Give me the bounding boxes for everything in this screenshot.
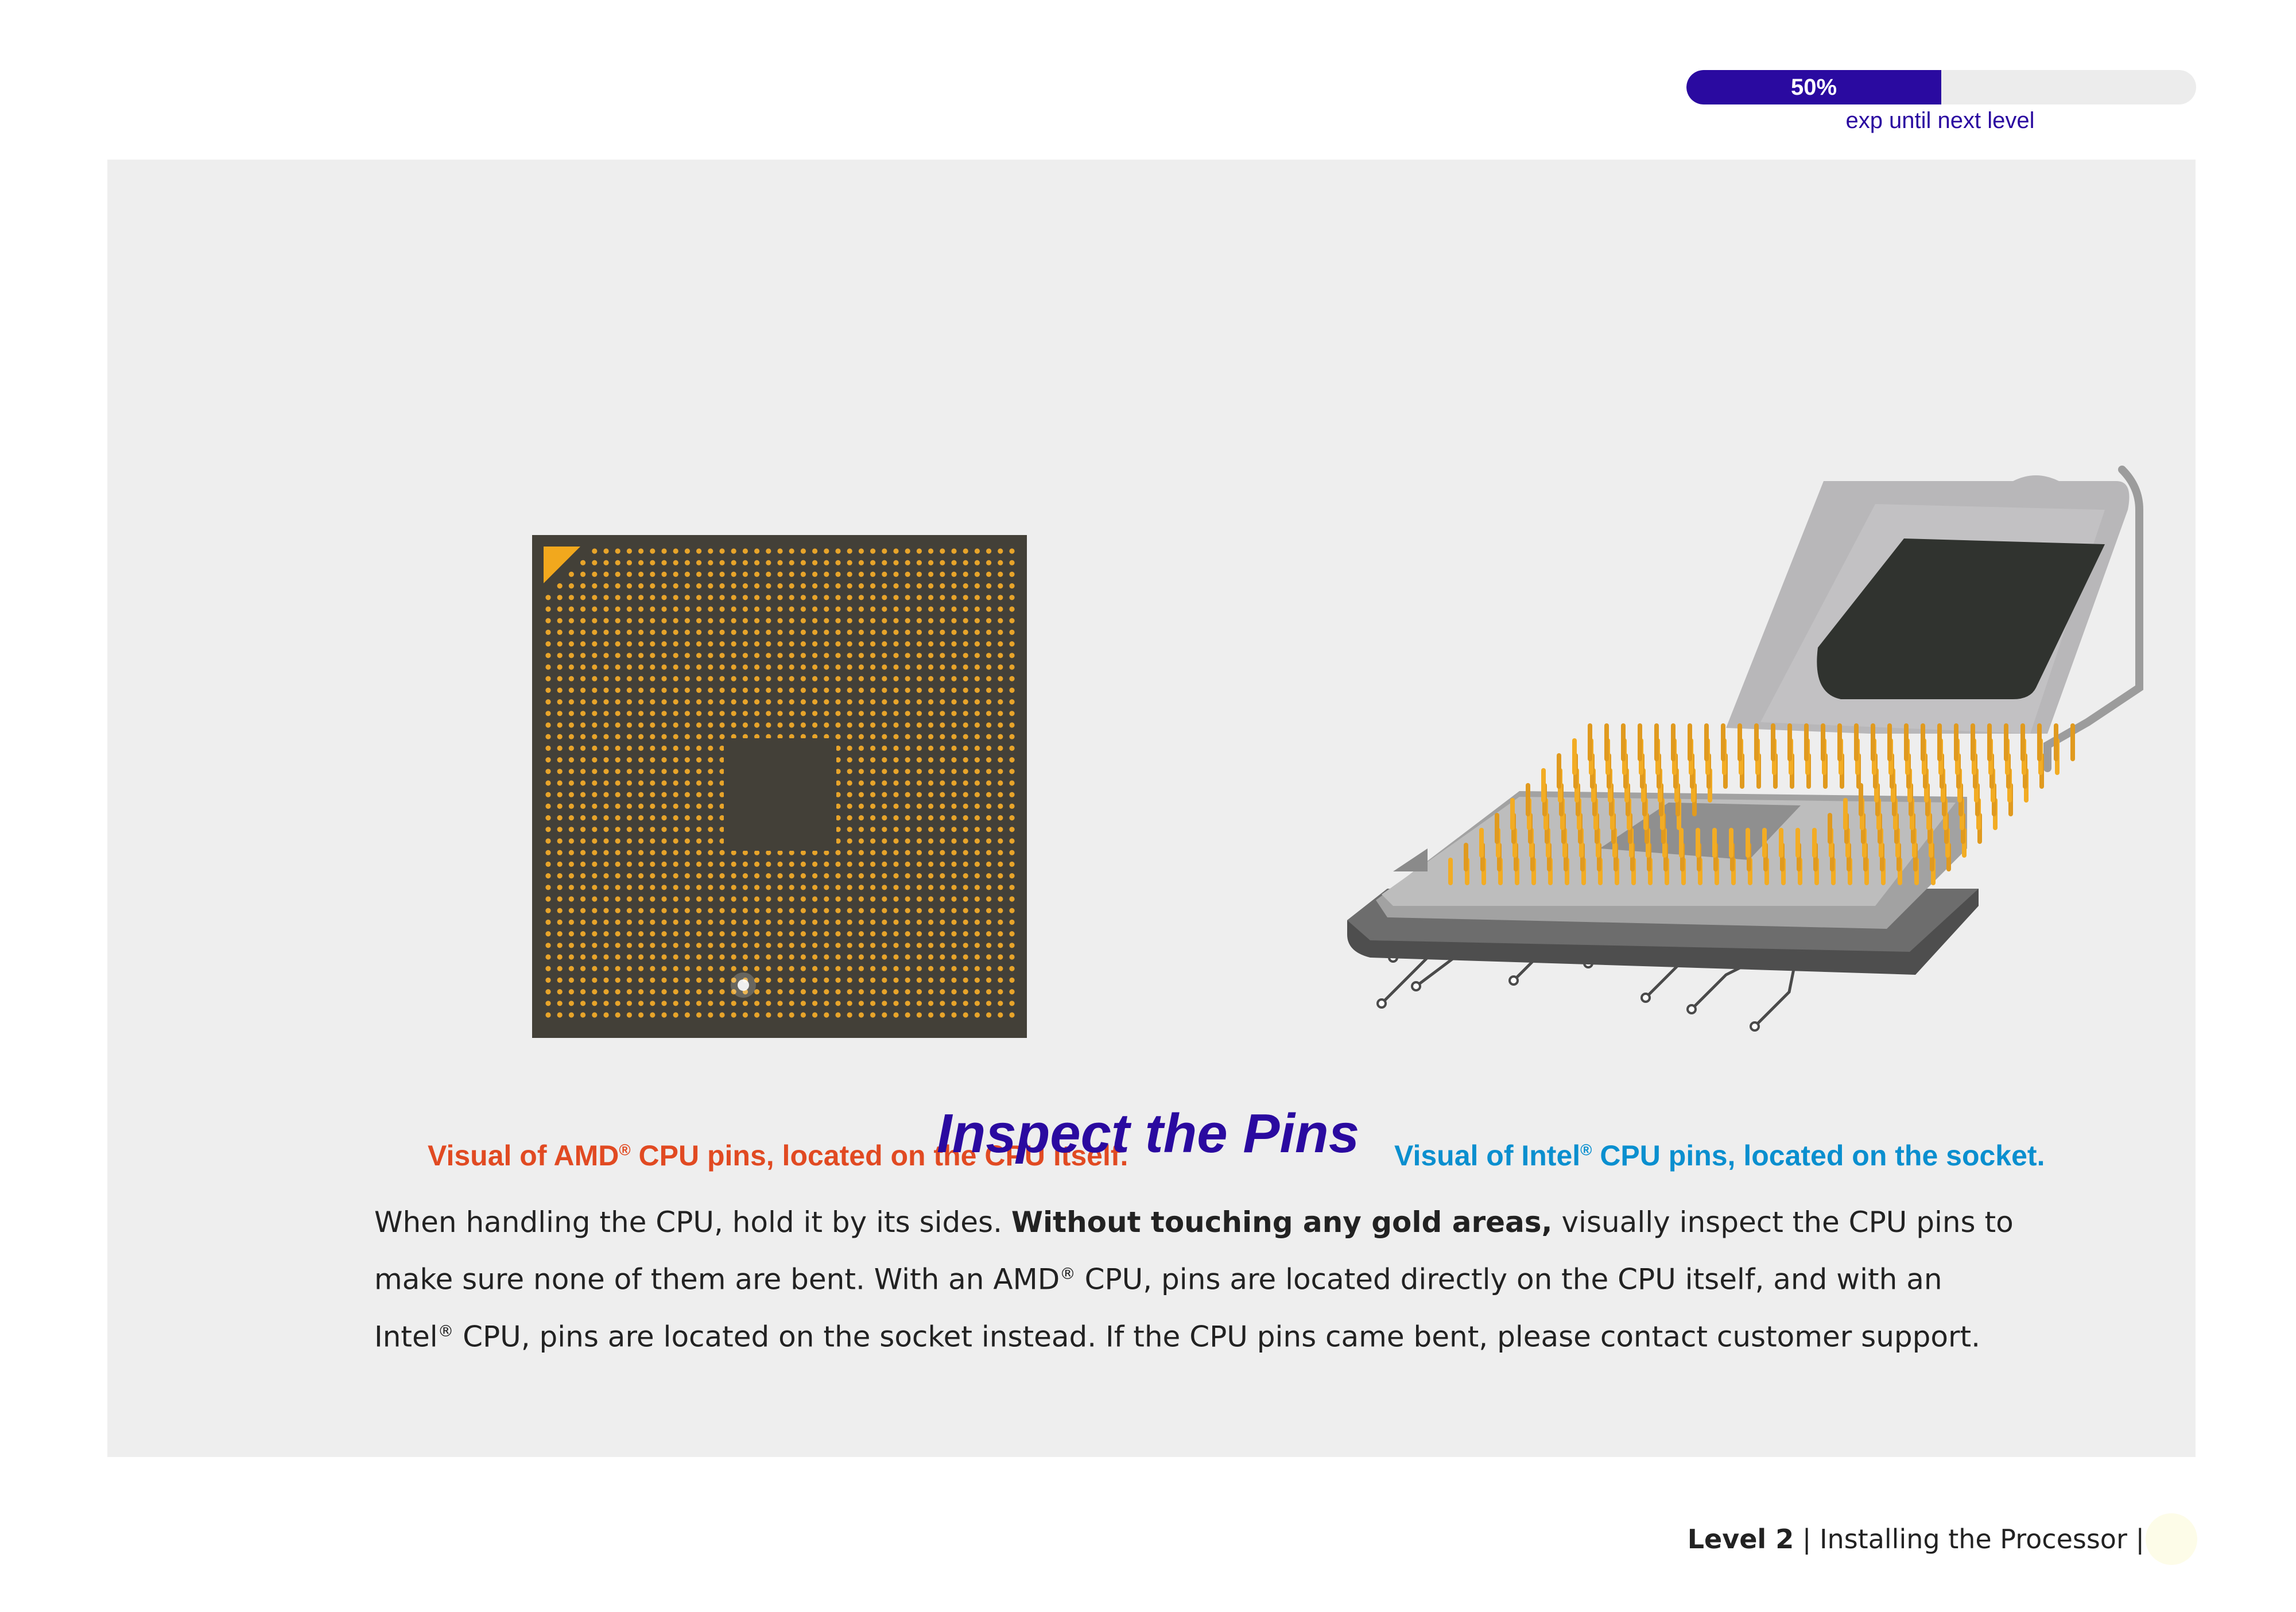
body-line-1: When handling the CPU, hold it by its si… (374, 1206, 2014, 1239)
section-body: When handling the CPU, hold it by its si… (374, 1196, 2014, 1362)
footer-chapter: Installing the Processor (1819, 1524, 2127, 1555)
footer-level: Level 2 (1687, 1524, 1794, 1555)
amd-cpu-pins-illustration (532, 535, 1027, 1038)
intel-socket-pins-illustration (1347, 466, 2143, 1032)
body-line-3: Intel® CPU, pins are located on the sock… (374, 1320, 1981, 1354)
exp-progress-caption: exp until next level (1845, 108, 2035, 133)
body-line-2: make sure none of them are bent. With an… (374, 1262, 1942, 1296)
footer-breadcrumb: Level 2 | Installing the Processor | (1687, 1524, 2144, 1555)
section-title: Inspect the Pins (936, 1103, 1360, 1164)
page-marker (2146, 1513, 2197, 1565)
exp-progress-percent: 50% (1790, 75, 1837, 100)
